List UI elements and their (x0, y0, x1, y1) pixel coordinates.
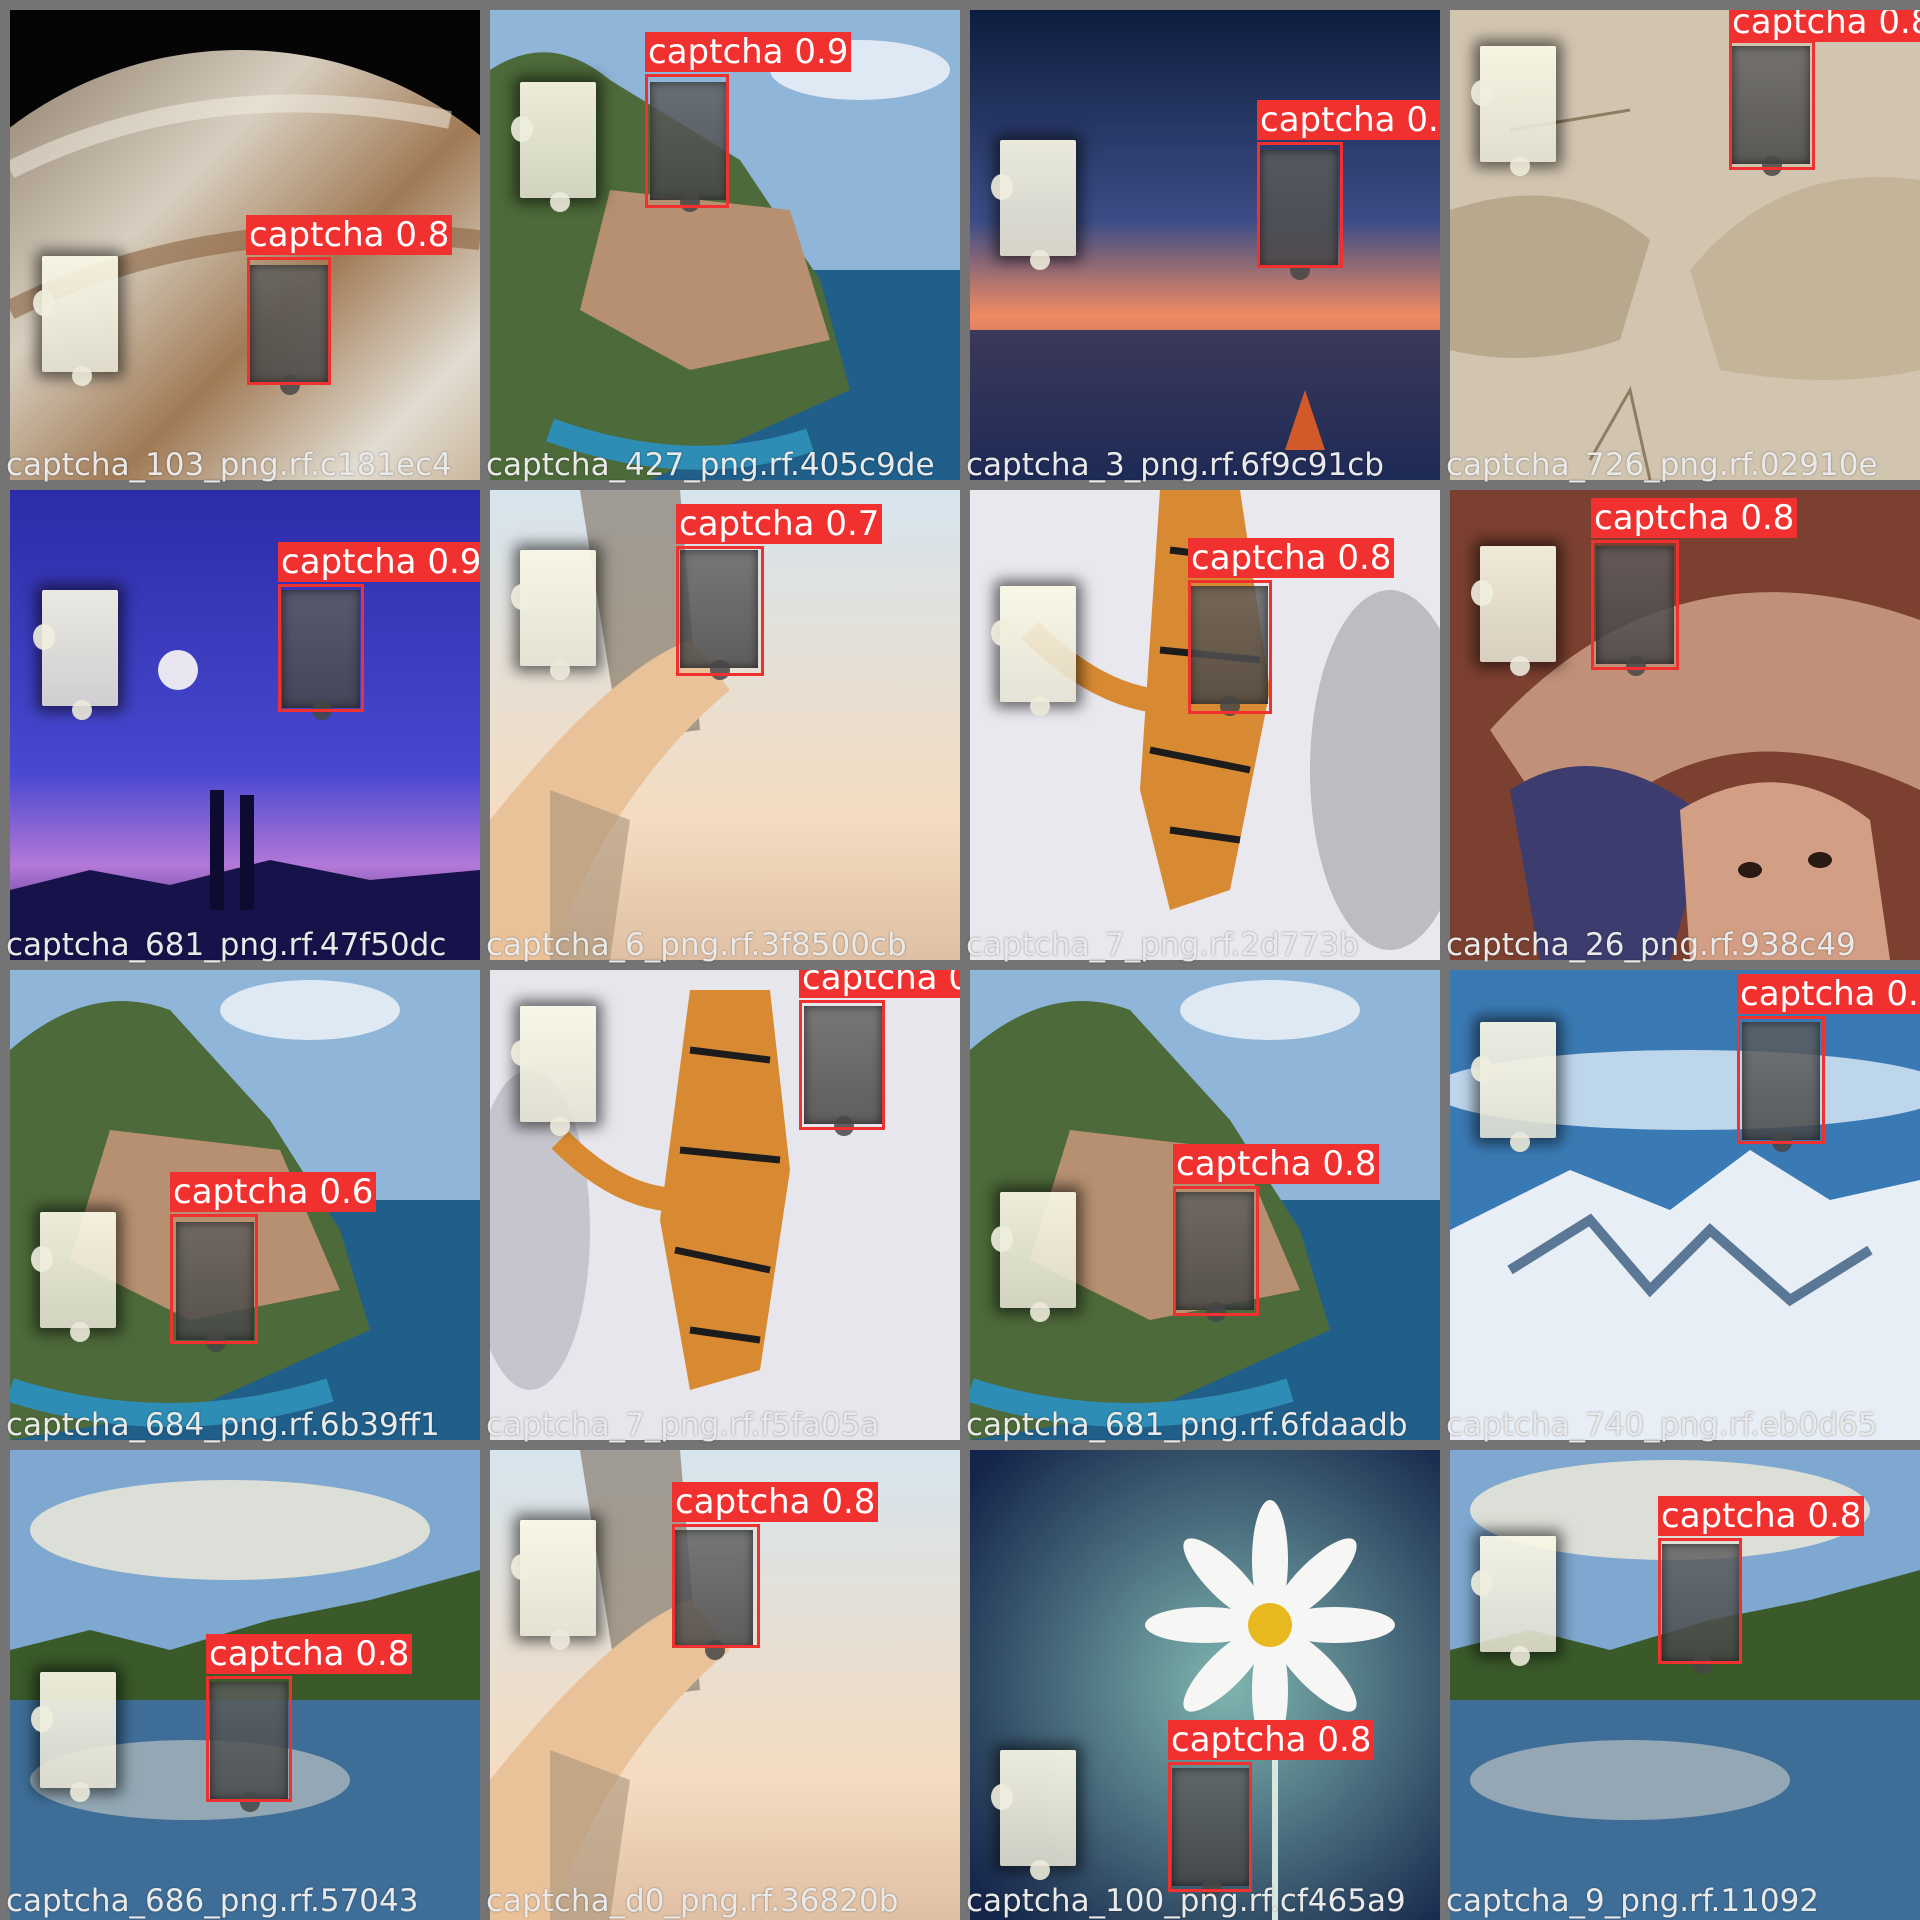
detection-box (672, 1524, 760, 1648)
detection-label: captcha 0.8 (1188, 538, 1395, 578)
tile-15: captcha 0.8 (970, 1450, 1440, 1920)
detection-label: captcha 0.7 (1257, 100, 1440, 140)
tile-5: captcha 0.9 (10, 490, 480, 960)
puzzle-piece (31, 1672, 116, 1802)
tile-2: captcha 0.9 (490, 10, 960, 480)
filename: captcha_9_png.rf.11092 (1446, 1883, 1820, 1919)
puzzle-piece (991, 586, 1076, 716)
puzzle-piece (33, 590, 118, 720)
tile-9: captcha 0.6 (10, 970, 480, 1440)
filename: captcha_684_png.rf.6b39ff1 (6, 1407, 440, 1443)
detection-box (1658, 1538, 1742, 1664)
filename: captcha_681_png.rf.6fdaadb (966, 1407, 1408, 1443)
detection-label: captcha 0.8 (1729, 10, 1920, 42)
detection-label: captcha 0.8 (1591, 498, 1798, 538)
tile-6: captcha 0.7 (490, 490, 960, 960)
detection-box (1737, 1016, 1825, 1144)
puzzle-piece (1471, 1536, 1556, 1666)
puzzle-piece (1471, 546, 1556, 676)
filename: captcha_26_png.rf.938c49 (1446, 927, 1856, 963)
puzzle-piece (991, 140, 1076, 270)
puzzle-piece (33, 256, 118, 386)
detection-label: captcha 0.9 (278, 542, 480, 582)
puzzle-piece (511, 550, 596, 680)
filename: captcha_7_png.rf.2d773b (966, 927, 1359, 963)
filename: captcha_726_png.rf.02910e (1446, 447, 1878, 483)
detection-label: captcha 0.8 (246, 215, 453, 255)
tile-8: captcha 0.8 (1450, 490, 1920, 960)
puzzle-piece (1471, 1022, 1556, 1152)
filename: captcha_7_png.rf.f5fa05a (486, 1407, 880, 1443)
tile-12: captcha 0.8 (1450, 970, 1920, 1440)
puzzle-piece (991, 1750, 1076, 1880)
filename: captcha_d0_png.rf.36820b (486, 1883, 899, 1919)
detection-box (170, 1214, 258, 1344)
detection-label: captcha 0.7 (676, 504, 883, 544)
detection-box (1168, 1762, 1252, 1892)
tile-14: captcha 0.8 (490, 1450, 960, 1920)
tile-10: captcha 0.8 (490, 970, 960, 1440)
detection-box (1173, 1186, 1259, 1316)
tile-7: captcha 0.8 (970, 490, 1440, 960)
detection-label: captcha 0.8 (799, 970, 960, 998)
detection-label: captcha 0.9 (645, 32, 852, 72)
detection-box (1591, 540, 1679, 670)
detection-label: captcha 0.8 (206, 1634, 413, 1674)
filename: captcha_740_png.rf.eb0d65 (1446, 1407, 1878, 1443)
detection-box (247, 257, 331, 385)
tile-16: captcha 0.8 (1450, 1450, 1920, 1920)
detection-box (645, 74, 729, 208)
filename: captcha_100_png.rf.cf465a9 (966, 1883, 1406, 1919)
tile-3: captcha 0.7 (970, 10, 1440, 480)
filename: captcha_103_png.rf.c181ec4 (6, 447, 452, 483)
detection-box (676, 546, 764, 676)
detection-label: captcha 0.8 (1737, 974, 1920, 1014)
detection-label: captcha 0.8 (1173, 1144, 1380, 1184)
tile-4: captcha 0.8 (1450, 10, 1920, 480)
tile-1: captcha 0.8 (10, 10, 480, 480)
puzzle-piece (511, 1520, 596, 1650)
detection-grid: captcha 0.8 captcha 0.9 captcha 0. captc… (0, 0, 1920, 1920)
detection-label: captcha 0.6 (170, 1172, 377, 1212)
detection-box (1729, 40, 1815, 170)
tile-11: captcha 0.8 (970, 970, 1440, 1440)
puzzle-piece (511, 1006, 596, 1136)
detection-label: captcha 0.8 (1168, 1720, 1375, 1760)
detection-box (1188, 580, 1272, 714)
puzzle-piece (991, 1192, 1076, 1322)
detection-label: captcha 0.8 (1658, 1496, 1865, 1536)
puzzle-piece (1471, 46, 1556, 176)
tile-13: captcha 0.8 (10, 1450, 480, 1920)
detection-label: captcha 0.8 (672, 1482, 879, 1522)
filename: captcha_681_png.rf.47f50dc (6, 927, 447, 963)
detection-box (278, 584, 364, 712)
filename: captcha_427_png.rf.405c9de (486, 447, 935, 483)
filename: captcha_686_png.rf.57043 (6, 1883, 419, 1919)
detection-box (1257, 142, 1343, 268)
detection-box (799, 1000, 885, 1130)
detection-box (206, 1676, 292, 1802)
filename: captcha_6_png.rf.3f8500cb (486, 927, 907, 963)
filename: captcha_3_png.rf.6f9c91cb (966, 447, 1384, 483)
puzzle-piece (31, 1212, 116, 1342)
puzzle-piece (511, 82, 596, 212)
